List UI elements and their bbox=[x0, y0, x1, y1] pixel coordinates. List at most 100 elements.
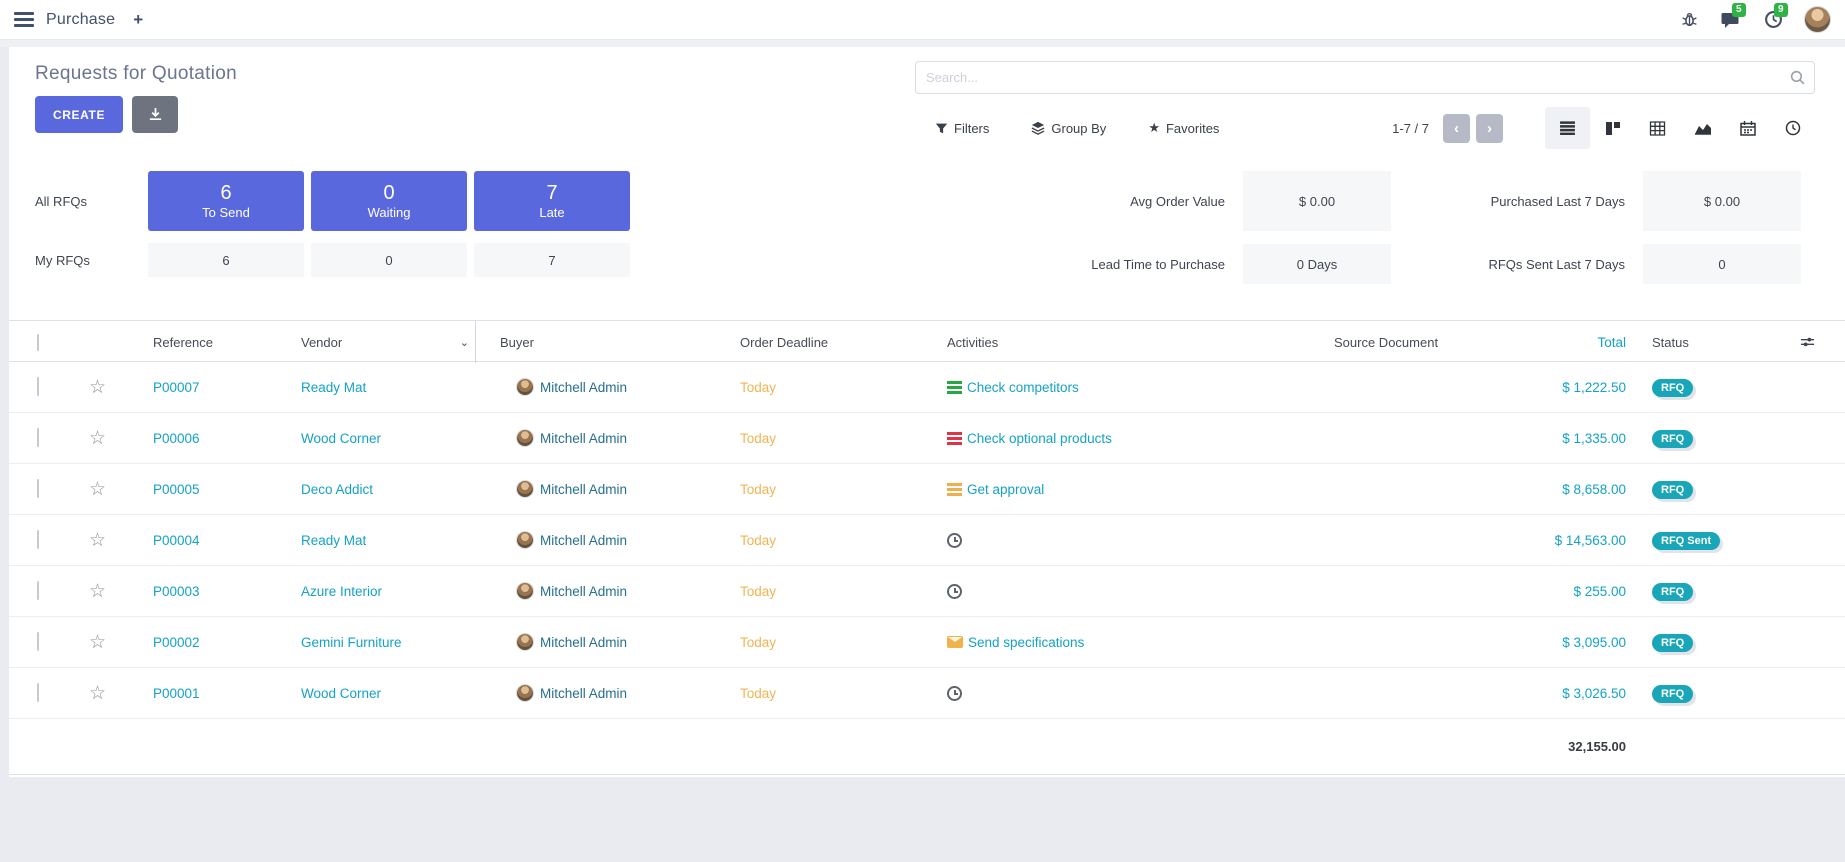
activity-label[interactable]: Check optional products bbox=[967, 431, 1112, 446]
rfq-list: Reference Vendor ⌄ Buyer Order Deadline … bbox=[9, 320, 1845, 775]
buyer-name: Mitchell Admin bbox=[540, 380, 627, 395]
table-row[interactable]: ☆ P00005 Deco Addict Mitchell Admin Toda… bbox=[9, 464, 1845, 515]
column-order-deadline[interactable]: Order Deadline bbox=[718, 335, 928, 350]
row-checkbox[interactable] bbox=[37, 632, 39, 651]
column-reference[interactable]: Reference bbox=[145, 335, 293, 350]
row-checkbox[interactable] bbox=[37, 530, 39, 549]
activities-clock-icon[interactable]: 9 bbox=[1762, 9, 1784, 31]
my-waiting-cell[interactable]: 0 bbox=[311, 243, 467, 277]
buyer-cell[interactable]: Mitchell Admin bbox=[476, 378, 718, 396]
vendor-name[interactable]: Gemini Furniture bbox=[293, 635, 476, 650]
user-avatar[interactable] bbox=[1804, 6, 1831, 33]
activity-cell[interactable]: Check competitors bbox=[928, 380, 1286, 395]
search-icon[interactable] bbox=[1789, 69, 1806, 86]
vendor-name[interactable]: Wood Corner bbox=[293, 431, 476, 446]
order-deadline: Today bbox=[718, 635, 928, 650]
optional-columns-button[interactable] bbox=[1766, 335, 1845, 349]
table-row[interactable]: ☆ P00006 Wood Corner Mitchell Admin Toda… bbox=[9, 413, 1845, 464]
table-row[interactable]: ☆ P00001 Wood Corner Mitchell Admin Toda… bbox=[9, 668, 1845, 719]
column-activities[interactable]: Activities bbox=[928, 335, 1286, 350]
pager-next-button[interactable]: › bbox=[1476, 114, 1503, 143]
reference-link[interactable]: P00004 bbox=[145, 533, 293, 548]
favorite-star-icon[interactable]: ☆ bbox=[89, 531, 145, 550]
favorite-star-icon[interactable]: ☆ bbox=[89, 378, 145, 397]
select-all-checkbox[interactable] bbox=[37, 334, 39, 351]
activity-label[interactable]: Check competitors bbox=[967, 380, 1079, 395]
list-view-button[interactable] bbox=[1545, 107, 1590, 149]
my-late-cell[interactable]: 7 bbox=[474, 243, 630, 277]
my-to-send-cell[interactable]: 6 bbox=[148, 243, 304, 277]
table-row[interactable]: ☆ P00004 Ready Mat Mitchell Admin Today … bbox=[9, 515, 1845, 566]
to-send-card[interactable]: 6To Send bbox=[148, 171, 304, 231]
buyer-avatar bbox=[516, 378, 534, 396]
reference-link[interactable]: P00007 bbox=[145, 380, 293, 395]
group-by-button[interactable]: Group By bbox=[1031, 121, 1106, 136]
buyer-avatar bbox=[516, 684, 534, 702]
favorite-star-icon[interactable]: ☆ bbox=[89, 480, 145, 499]
favorite-star-icon[interactable]: ☆ bbox=[89, 633, 145, 652]
column-buyer[interactable]: Buyer bbox=[476, 335, 718, 350]
waiting-card[interactable]: 0Waiting bbox=[311, 171, 467, 231]
debug-bug-icon[interactable] bbox=[1678, 9, 1700, 31]
table-row[interactable]: ☆ P00002 Gemini Furniture Mitchell Admin… bbox=[9, 617, 1845, 668]
favorites-button[interactable]: ★ Favorites bbox=[1148, 120, 1219, 136]
favorite-star-icon[interactable]: ☆ bbox=[89, 429, 145, 448]
column-status[interactable]: Status bbox=[1626, 335, 1766, 350]
reference-link[interactable]: P00003 bbox=[145, 584, 293, 599]
favorite-star-icon[interactable]: ☆ bbox=[89, 582, 145, 601]
reference-link[interactable]: P00005 bbox=[145, 482, 293, 497]
activity-cell[interactable]: Get approval bbox=[928, 482, 1286, 497]
buyer-cell[interactable]: Mitchell Admin bbox=[476, 531, 718, 549]
vendor-name[interactable]: Deco Addict bbox=[293, 482, 476, 497]
buyer-cell[interactable]: Mitchell Admin bbox=[476, 684, 718, 702]
table-row[interactable]: ☆ P00007 Ready Mat Mitchell Admin Today … bbox=[9, 362, 1845, 413]
table-row[interactable]: ☆ P00003 Azure Interior Mitchell Admin T… bbox=[9, 566, 1845, 617]
row-checkbox[interactable] bbox=[37, 479, 39, 498]
purchased-last-7-days-label: Purchased Last 7 Days bbox=[1409, 194, 1625, 209]
row-checkbox[interactable] bbox=[37, 428, 39, 447]
late-card[interactable]: 7Late bbox=[474, 171, 630, 231]
activity-cell[interactable] bbox=[928, 686, 1286, 701]
apps-menu-icon[interactable] bbox=[14, 12, 34, 27]
activity-label[interactable]: Send specifications bbox=[968, 635, 1084, 650]
calendar-view-button[interactable] bbox=[1725, 107, 1770, 149]
filters-button[interactable]: Filters bbox=[935, 121, 989, 136]
vendor-name[interactable]: Ready Mat bbox=[293, 533, 476, 548]
search-input[interactable] bbox=[915, 61, 1815, 94]
pivot-view-button[interactable] bbox=[1635, 107, 1680, 149]
pager-previous-button[interactable]: ‹ bbox=[1443, 114, 1470, 143]
row-checkbox[interactable] bbox=[37, 581, 39, 600]
kanban-view-button[interactable] bbox=[1590, 107, 1635, 149]
total-amount: $ 1,335.00 bbox=[1498, 431, 1626, 446]
column-total[interactable]: Total bbox=[1498, 335, 1626, 350]
row-checkbox[interactable] bbox=[37, 377, 39, 396]
activity-cell[interactable]: Check optional products bbox=[928, 431, 1286, 446]
rfqs-sent-last-7-days-label: RFQs Sent Last 7 Days bbox=[1409, 257, 1625, 272]
favorite-star-icon[interactable]: ☆ bbox=[89, 684, 145, 703]
activity-cell[interactable]: Send specifications bbox=[928, 635, 1286, 650]
buyer-cell[interactable]: Mitchell Admin bbox=[476, 429, 718, 447]
buyer-cell[interactable]: Mitchell Admin bbox=[476, 633, 718, 651]
row-checkbox[interactable] bbox=[37, 683, 39, 702]
calendar-icon bbox=[1740, 121, 1756, 136]
reference-link[interactable]: P00006 bbox=[145, 431, 293, 446]
graph-view-button[interactable] bbox=[1680, 107, 1725, 149]
vendor-name[interactable]: Wood Corner bbox=[293, 686, 476, 701]
app-name[interactable]: Purchase bbox=[46, 11, 115, 29]
vendor-name[interactable]: Ready Mat bbox=[293, 380, 476, 395]
reference-link[interactable]: P00001 bbox=[145, 686, 293, 701]
buyer-cell[interactable]: Mitchell Admin bbox=[476, 582, 718, 600]
buyer-cell[interactable]: Mitchell Admin bbox=[476, 480, 718, 498]
activity-view-button[interactable] bbox=[1770, 107, 1815, 149]
reference-link[interactable]: P00002 bbox=[145, 635, 293, 650]
column-source-document[interactable]: Source Document bbox=[1286, 335, 1498, 350]
export-button[interactable] bbox=[132, 96, 178, 133]
create-button[interactable]: CREATE bbox=[35, 96, 123, 133]
activity-label[interactable]: Get approval bbox=[967, 482, 1044, 497]
vendor-name[interactable]: Azure Interior bbox=[293, 584, 476, 599]
activity-cell[interactable] bbox=[928, 533, 1286, 548]
activity-cell[interactable] bbox=[928, 584, 1286, 599]
column-vendor[interactable]: Vendor ⌄ bbox=[293, 321, 476, 363]
new-tab-button[interactable]: + bbox=[133, 10, 143, 30]
messages-icon[interactable]: 5 bbox=[1720, 9, 1742, 31]
